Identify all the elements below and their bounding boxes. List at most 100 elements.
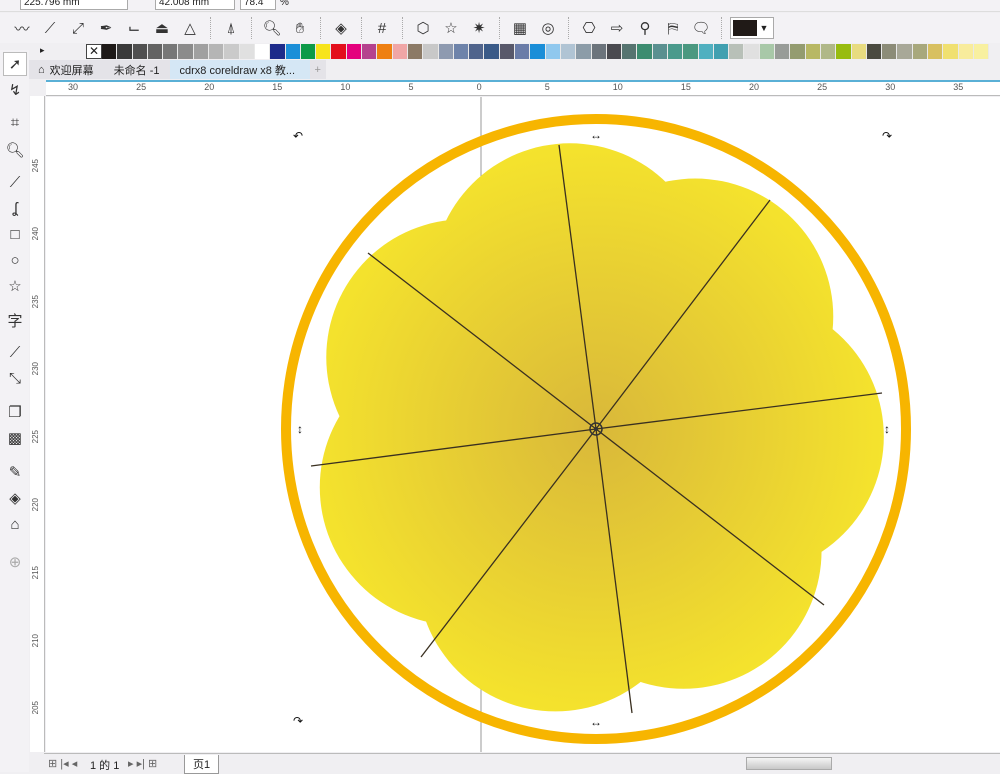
transparency-icon[interactable]: ▩ [3, 426, 27, 450]
color-swatch[interactable] [820, 44, 837, 59]
grid-icon[interactable]: # [370, 16, 394, 40]
color-swatch[interactable] [147, 44, 164, 59]
freehand-tool-icon[interactable]: ⟋ [3, 170, 27, 194]
color-swatch[interactable] [453, 44, 470, 59]
color-swatch[interactable] [362, 44, 378, 59]
color-swatch[interactable] [805, 44, 821, 59]
petal[interactable] [326, 219, 603, 496]
add-tab-button[interactable]: + [309, 60, 326, 79]
horizontal-scrollbar-thumb[interactable] [746, 757, 832, 770]
shape-tool-icon[interactable]: ↯ [3, 78, 27, 102]
color-swatch[interactable] [316, 44, 332, 59]
y-position-field[interactable]: 225.796 mm [20, 0, 128, 10]
height-field[interactable]: 42.008 mm [155, 0, 235, 10]
text-tool-icon[interactable]: 字 [3, 308, 27, 332]
color-swatch[interactable] [775, 44, 791, 59]
color-swatch[interactable] [102, 44, 118, 59]
freehand-icon[interactable]: 〰 [10, 16, 34, 40]
eyedropper-icon[interactable]: ✎ [3, 460, 27, 484]
color-swatch[interactable] [484, 44, 500, 59]
color-swatch[interactable] [331, 44, 347, 59]
color-swatch[interactable] [407, 44, 424, 59]
star-icon[interactable]: ☆ [439, 16, 463, 40]
color-swatch[interactable] [866, 44, 883, 59]
color-swatch[interactable] [224, 44, 240, 59]
graph-paper-icon[interactable]: ▦ [508, 16, 532, 40]
callout-icon[interactable]: 🗨︎ [689, 16, 713, 40]
polyline-icon[interactable]: ⏏ [150, 16, 174, 40]
color-swatch[interactable] [759, 44, 776, 59]
page-tab-1[interactable]: 页1 [184, 755, 220, 774]
color-swatch[interactable] [560, 44, 577, 59]
tab-untitled[interactable]: 未命名 -1 [103, 60, 170, 79]
bezier-icon[interactable]: ⤢ [66, 16, 90, 40]
color-swatch[interactable] [193, 44, 210, 59]
color-swatch[interactable] [530, 44, 546, 59]
color-swatch[interactable] [117, 44, 133, 59]
mirror-icon[interactable]: ⍋ [219, 16, 243, 40]
artistic-media-icon[interactable]: ʆ [3, 196, 27, 220]
outline-color-picker[interactable]: ▼ [730, 17, 774, 39]
color-swatch[interactable] [239, 44, 255, 59]
line-2pt-icon[interactable]: ⟋ [38, 16, 62, 40]
fill-icon[interactable]: ◈ [329, 16, 353, 40]
interactive-fill-icon[interactable]: ◈ [3, 486, 27, 510]
color-swatch[interactable] [958, 44, 974, 59]
ellipse-tool-icon[interactable]: ○ [3, 248, 27, 272]
tab-welcome[interactable]: ⌂ 欢迎屏幕 [28, 60, 104, 79]
color-swatch[interactable] [132, 44, 148, 59]
crop-tool-icon[interactable]: ⌗ [3, 110, 27, 134]
color-swatch[interactable] [851, 44, 867, 59]
pan-icon[interactable]: ✋︎ [288, 16, 312, 40]
vertical-ruler[interactable]: 245 240 235 230 225 220 215 210 205 [30, 96, 45, 752]
color-swatch[interactable] [591, 44, 607, 59]
color-swatch[interactable] [576, 44, 592, 59]
color-swatch[interactable] [622, 44, 638, 59]
basic-shapes-icon[interactable]: ⎔ [577, 16, 601, 40]
color-swatch[interactable] [606, 44, 623, 59]
drop-shadow-icon[interactable]: ❐ [3, 400, 27, 424]
palette-scroll-icon[interactable]: ▸ [40, 45, 45, 56]
smart-fill-icon[interactable]: ⌂ [3, 512, 27, 536]
zoom-icon[interactable]: 🔍︎ [260, 16, 284, 40]
flowchart-icon[interactable]: ⚲ [633, 16, 657, 40]
color-swatch[interactable] [285, 44, 301, 59]
color-swatch[interactable] [163, 44, 179, 59]
color-swatch[interactable] [499, 44, 516, 59]
parallel-dimension-icon[interactable]: ⟋ [3, 340, 27, 364]
add-tool-icon[interactable]: ⊕ [3, 550, 27, 574]
color-swatch[interactable] [836, 44, 852, 59]
color-swatch[interactable] [943, 44, 959, 59]
polygon-tool-icon[interactable]: ☆ [3, 274, 27, 298]
scale-field[interactable]: 78.4 [240, 0, 276, 10]
color-swatch[interactable] [973, 44, 990, 59]
color-swatch[interactable] [928, 44, 944, 59]
chevron-down-icon[interactable]: ▼ [757, 23, 771, 33]
color-swatch[interactable] [423, 44, 439, 59]
page-nav-next[interactable]: ▸ ▸| ⊞ [128, 757, 157, 770]
color-swatch[interactable] [392, 44, 408, 59]
color-swatch[interactable] [652, 44, 668, 59]
tab-current-document[interactable]: cdrx8 coreldraw x8 教... [169, 60, 310, 79]
color-swatch[interactable] [897, 44, 913, 59]
spiral-icon[interactable]: ◎ [536, 16, 560, 40]
color-swatch[interactable] [912, 44, 929, 59]
color-swatch[interactable] [683, 44, 699, 59]
color-swatch[interactable] [713, 44, 730, 59]
arrow-shapes-icon[interactable]: ⇨ [605, 16, 629, 40]
complex-star-icon[interactable]: ✷ [467, 16, 491, 40]
3pt-curve-icon[interactable]: △ [178, 16, 202, 40]
drawing-canvas[interactable]: ↶ ↷ ↷ ↔ ↔ ↕ ↕ [46, 97, 1000, 752]
pen-icon[interactable]: ✒ [94, 16, 118, 40]
color-swatch[interactable] [790, 44, 806, 59]
b-spline-icon[interactable]: ⌙ [122, 16, 146, 40]
color-swatch[interactable] [438, 44, 454, 59]
connector-tool-icon[interactable]: ⤡ [3, 366, 27, 390]
no-color-swatch[interactable]: ✕ [86, 44, 102, 59]
color-swatch[interactable] [545, 44, 561, 59]
color-swatch[interactable] [270, 44, 286, 59]
color-swatch[interactable] [744, 44, 760, 59]
horizontal-ruler[interactable]: 30 25 20 15 10 5 0 5 10 15 20 25 30 35 [46, 80, 1000, 96]
color-swatch[interactable] [346, 44, 363, 59]
zoom-tool-icon[interactable]: 🔍︎ [3, 138, 27, 162]
